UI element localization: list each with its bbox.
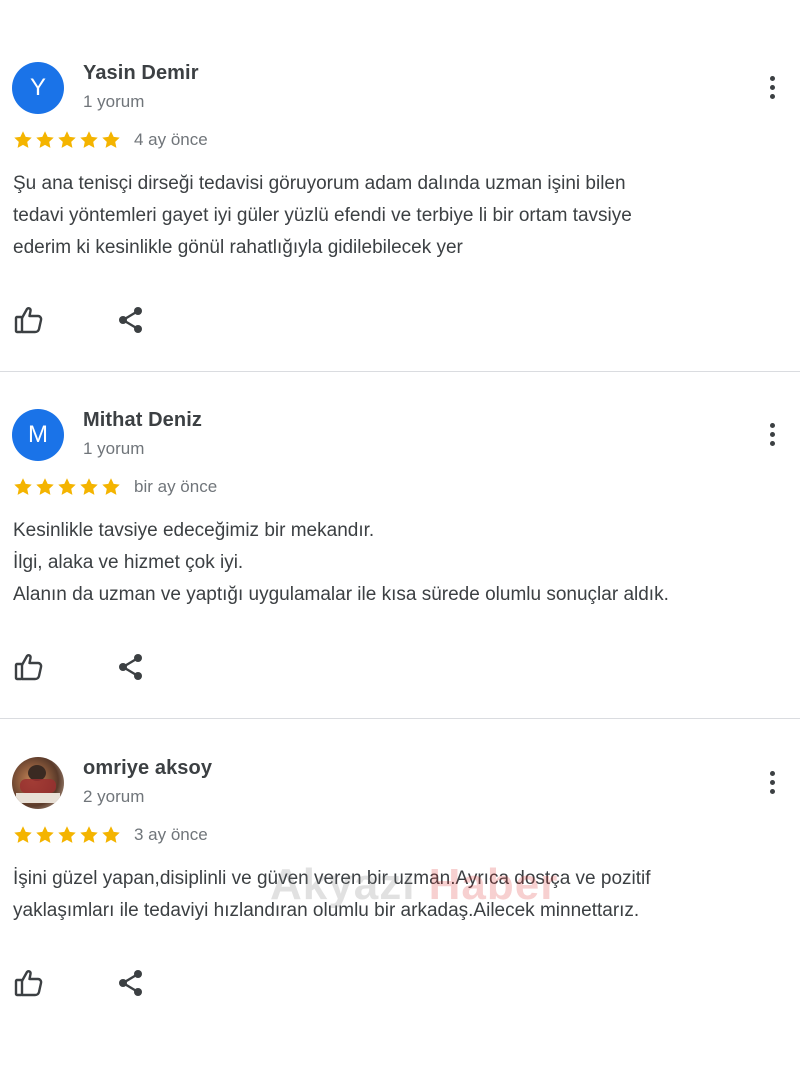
watermark-part: Akyazı — [270, 860, 429, 909]
thumbs-up-icon[interactable] — [12, 966, 46, 1000]
rating-row: 3 ay önce — [12, 823, 208, 847]
star-rating — [12, 476, 122, 498]
reviews-page: Y Yasin Demir 1 yorum 4 ay önce Şu ana t… — [0, 0, 800, 1069]
more-vert-icon[interactable] — [760, 72, 784, 104]
rating-row: 4 ay önce — [12, 128, 208, 152]
star-icon — [100, 824, 122, 846]
review-text-line: İlgi, alaka ve hizmet çok iyi. — [13, 552, 244, 573]
star-rating — [12, 129, 122, 151]
review-count: 2 yorum — [83, 787, 145, 806]
reviewer-name[interactable]: omriye aksoy — [83, 757, 212, 780]
review-count: 1 yorum — [83, 439, 145, 458]
avatar[interactable]: M — [12, 409, 64, 461]
review-text-line: tedavi yöntemleri gayet iyi güler yüzlü … — [13, 205, 632, 226]
star-icon — [12, 824, 34, 846]
star-icon — [56, 476, 78, 498]
review-text: Kesinlikle tavsiye edeceğimiz bir mekand… — [13, 515, 788, 611]
thumbs-up-icon[interactable] — [12, 650, 46, 684]
review-text-line: Alanın da uzman ve yaptığı uygulamalar i… — [13, 584, 669, 605]
more-vert-icon[interactable] — [760, 767, 784, 799]
share-icon[interactable] — [114, 650, 148, 684]
review-text-line: Kesinlikle tavsiye edeceğimiz bir mekand… — [13, 520, 375, 541]
star-icon — [100, 129, 122, 151]
share-icon[interactable] — [114, 303, 148, 337]
review-count: 1 yorum — [83, 92, 145, 111]
star-icon — [12, 476, 34, 498]
star-icon — [34, 476, 56, 498]
review-text-line: Şu ana tenisçi dirseği tedavisi göruyoru… — [13, 173, 626, 194]
star-icon — [78, 476, 100, 498]
divider — [0, 718, 800, 719]
star-icon — [56, 824, 78, 846]
avatar[interactable] — [12, 757, 64, 809]
watermark-part: Haber — [428, 860, 559, 909]
star-rating — [12, 824, 122, 846]
review-text-line: ederim ki kesinlikle gönül rahatlığıyla … — [13, 237, 463, 258]
review-time: bir ay önce — [134, 477, 218, 496]
star-icon — [100, 476, 122, 498]
reviewer-name[interactable]: Yasin Demir — [83, 62, 199, 85]
star-icon — [78, 129, 100, 151]
thumbs-up-icon[interactable] — [12, 303, 46, 337]
avatar[interactable]: Y — [12, 62, 64, 114]
review-text: Şu ana tenisçi dirseği tedavisi göruyoru… — [13, 168, 788, 264]
rating-row: bir ay önce — [12, 475, 217, 499]
divider — [0, 371, 800, 372]
star-icon — [34, 824, 56, 846]
reviewer-name[interactable]: Mithat Deniz — [83, 409, 202, 432]
share-icon[interactable] — [114, 966, 148, 1000]
star-icon — [78, 824, 100, 846]
star-icon — [12, 129, 34, 151]
star-icon — [56, 129, 78, 151]
review-time: 4 ay önce — [134, 130, 208, 149]
star-icon — [34, 129, 56, 151]
more-vert-icon[interactable] — [760, 419, 784, 451]
watermark: Akyazı Haber — [270, 860, 558, 910]
review-time: 3 ay önce — [134, 825, 208, 844]
